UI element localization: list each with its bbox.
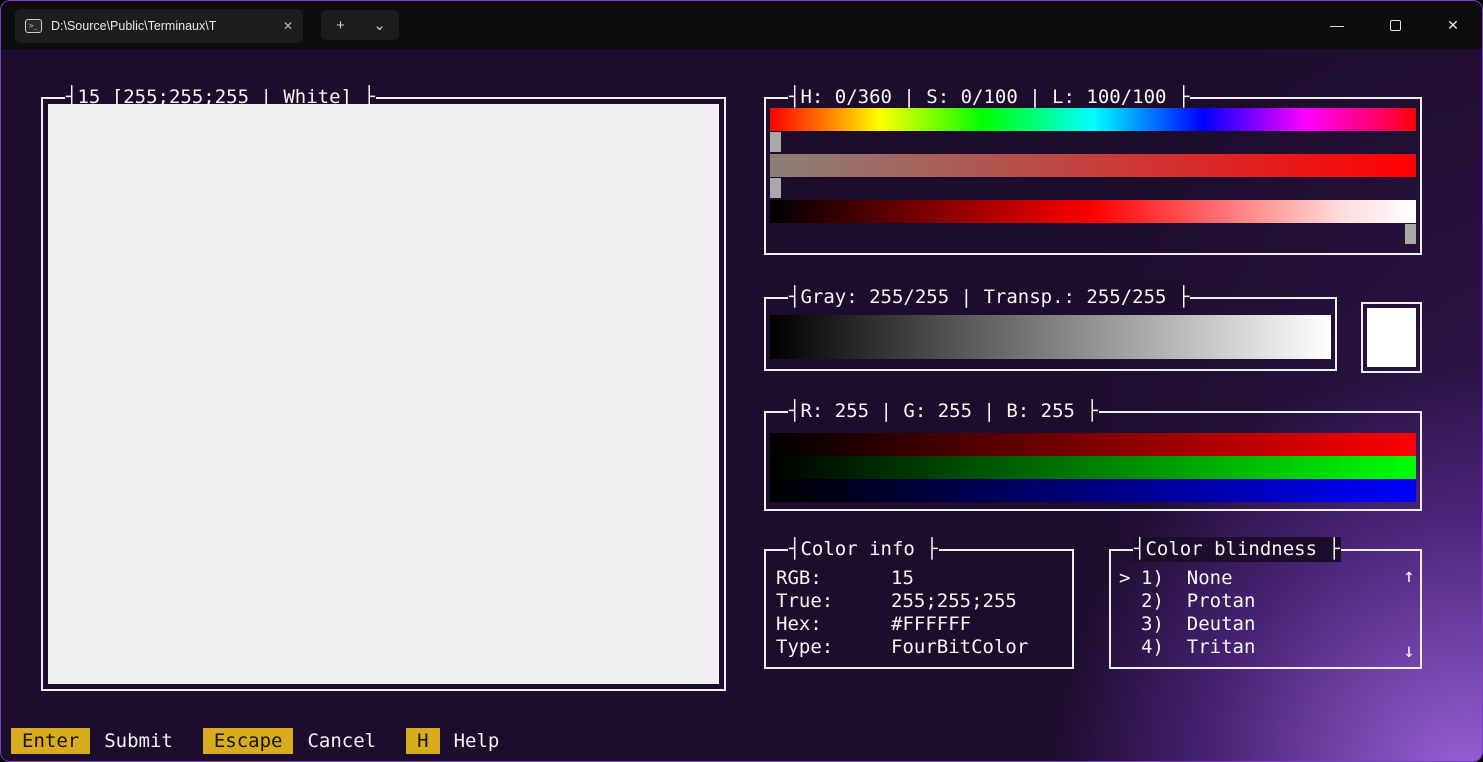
colorblindness-option-none[interactable]: > 1) None [1119, 567, 1396, 590]
terminal-tab[interactable]: >_ D:\Source\Public\Terminaux\T ✕ [15, 9, 303, 43]
colorblindness-option-deutan[interactable]: 3) Deutan [1119, 613, 1396, 636]
scroll-up-icon[interactable]: ↑ [1399, 565, 1419, 588]
enter-key-badge[interactable]: Enter [11, 728, 90, 754]
maximize-icon [1390, 20, 1401, 31]
blue-slider[interactable] [770, 479, 1416, 502]
info-row-true: True: 255;255;255 [776, 590, 1066, 613]
selection-marker: > [1119, 567, 1141, 590]
saturation-slider-handle[interactable] [770, 178, 781, 198]
info-label: RGB: [776, 567, 891, 590]
help-key-badge[interactable]: H [406, 728, 439, 754]
terminal-window: >_ D:\Source\Public\Terminaux\T ✕ + ⌄ — … [0, 0, 1483, 762]
grayscale-slider[interactable] [770, 315, 1331, 359]
help-action-label: Help [454, 728, 500, 754]
color-blindness-list: > 1) None 2) Protan 3) Deutan 4) Tritan [1119, 567, 1396, 659]
titlebar[interactable]: >_ D:\Source\Public\Terminaux\T ✕ + ⌄ — … [1, 1, 1482, 49]
gray-transparency-box: Gray: 255/255 | Transp.: 255/255 [764, 297, 1337, 371]
new-tab-group: + ⌄ [321, 10, 399, 40]
tab-close-icon[interactable]: ✕ [283, 19, 293, 33]
info-value: 15 [891, 567, 914, 590]
info-label: True: [776, 590, 891, 613]
color-preview-fill [48, 104, 719, 684]
submit-action-label: Submit [104, 728, 173, 754]
hue-slider[interactable] [770, 108, 1416, 131]
terminal-icon: >_ [25, 19, 42, 33]
color-info-box: Color info RGB: 15 True: 255;255;255 Hex… [764, 549, 1074, 669]
minimize-button[interactable]: — [1308, 1, 1366, 49]
color-info-title: Color info [788, 537, 939, 562]
rgb-box: R: 255 | G: 255 | B: 255 [764, 411, 1422, 511]
tab-dropdown-button[interactable]: ⌄ [360, 16, 399, 34]
colorblindness-option-tritan[interactable]: 4) Tritan [1119, 636, 1396, 659]
maximize-button[interactable] [1366, 1, 1424, 49]
new-tab-button[interactable]: + [321, 17, 360, 34]
green-slider[interactable] [770, 456, 1416, 479]
escape-key-badge[interactable]: Escape [203, 728, 294, 754]
hue-slider-handle[interactable] [770, 132, 781, 152]
info-value: 255;255;255 [891, 590, 1017, 613]
color-info-rows: RGB: 15 True: 255;255;255 Hex: #FFFFFF T… [776, 567, 1066, 659]
red-slider[interactable] [770, 433, 1416, 456]
rgb-box-title: R: 255 | G: 255 | B: 255 [788, 399, 1099, 424]
tab-title: D:\Source\Public\Terminaux\T [51, 19, 275, 33]
scroll-down-icon[interactable]: ↓ [1399, 640, 1419, 663]
selected-color-swatch-box [1361, 302, 1422, 373]
lightness-slider[interactable] [770, 200, 1416, 223]
hsl-box-title: H: 0/360 | S: 0/100 | L: 100/100 [788, 85, 1190, 110]
window-controls: — ✕ [1308, 1, 1482, 49]
color-blindness-box: Color blindness > 1) None 2) Protan 3) D… [1109, 549, 1422, 669]
info-row-hex: Hex: #FFFFFF [776, 613, 1066, 636]
gray-box-title: Gray: 255/255 | Transp.: 255/255 [788, 285, 1190, 310]
terminal-content: 15 [255;255;255 | White] H: 0/360 | S: 0… [1, 49, 1482, 761]
info-label: Hex: [776, 613, 891, 636]
cancel-action-label: Cancel [307, 728, 376, 754]
hsl-box: H: 0/360 | S: 0/100 | L: 100/100 [764, 97, 1422, 255]
selected-color-swatch [1367, 308, 1416, 367]
lightness-slider-handle[interactable] [1405, 224, 1416, 244]
colorblindness-option-protan[interactable]: 2) Protan [1119, 590, 1396, 613]
info-value: FourBitColor [891, 636, 1028, 659]
saturation-slider[interactable] [770, 154, 1416, 177]
info-value: #FFFFFF [891, 613, 971, 636]
info-label: Type: [776, 636, 891, 659]
statusbar: Enter Submit Escape Cancel H Help [11, 728, 529, 754]
info-row-type: Type: FourBitColor [776, 636, 1066, 659]
info-row-rgb: RGB: 15 [776, 567, 1066, 590]
color-preview-box: 15 [255;255;255 | White] [41, 97, 726, 691]
close-button[interactable]: ✕ [1424, 1, 1482, 49]
color-blindness-title: Color blindness [1133, 537, 1341, 562]
